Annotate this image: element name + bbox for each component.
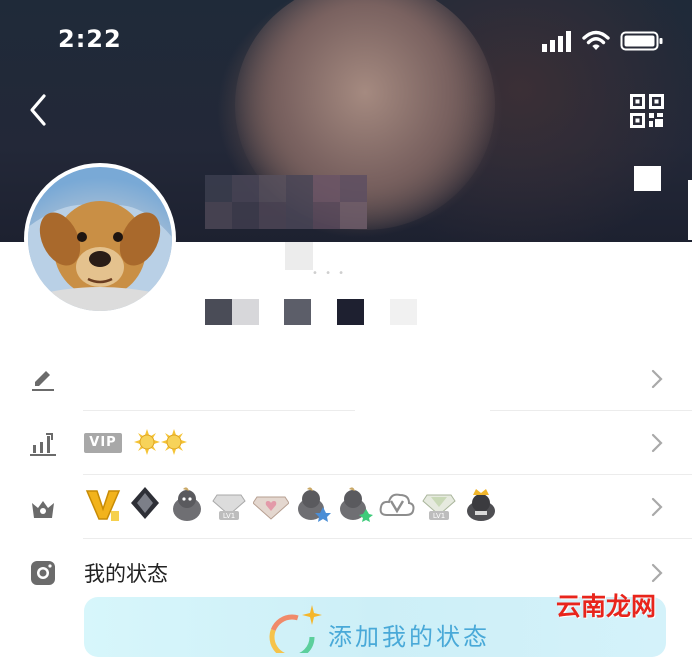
pixelated-badges — [205, 299, 417, 325]
gold-v-badge-icon — [84, 484, 122, 524]
crown-penguin-badge-icon — [462, 484, 500, 524]
chevron-right-icon — [651, 369, 663, 389]
crown-icon — [32, 501, 54, 518]
back-chevron-icon[interactable] — [26, 92, 50, 128]
status-bar-icons — [542, 30, 664, 52]
dog-avatar-image — [28, 201, 172, 311]
qr-code-icon[interactable] — [630, 94, 664, 128]
penguin-green-star-badge-icon — [336, 484, 374, 524]
chevron-right-icon — [651, 433, 663, 453]
avatar[interactable] — [24, 163, 176, 315]
watermark: 云南龙网 — [556, 592, 657, 621]
dark-diamond-badge-icon — [126, 484, 164, 524]
vip-tag: VIP — [84, 433, 122, 453]
status-bar-time: 2:22 — [58, 25, 122, 53]
sun-level-icon — [134, 429, 160, 455]
penguin-badge-icon — [168, 484, 206, 524]
heart-diamond-badge-icon — [252, 484, 290, 524]
rainbow-ring-icon — [269, 605, 322, 653]
cellular-signal-icon — [542, 31, 571, 52]
add-status-label: 添加我的状态 — [328, 623, 490, 651]
badge-list: LV1 LV1 — [84, 484, 500, 524]
penguin-star-badge-icon — [294, 484, 332, 524]
chevron-right-icon — [651, 563, 663, 583]
pencil-icon — [32, 371, 54, 391]
name-dots: • • • — [312, 268, 347, 279]
green-diamond-lv1-badge-icon: LV1 — [420, 484, 458, 524]
my-status-label: 我的状态 — [84, 562, 168, 586]
edit-profile-row[interactable] — [0, 347, 692, 411]
svg-text:LV1: LV1 — [223, 512, 235, 520]
blurred-name-block — [285, 242, 313, 270]
camera-icon — [31, 561, 55, 585]
wifi-icon — [582, 30, 610, 50]
svg-text:LV1: LV1 — [433, 512, 445, 520]
battery-icon — [620, 31, 663, 51]
settings-square[interactable] — [634, 166, 661, 191]
silver-diamond-lv1-badge-icon: LV1 — [210, 484, 248, 524]
cloud-v-badge-icon — [378, 484, 416, 524]
level-chart-icon — [30, 433, 56, 456]
edge-strip — [688, 180, 692, 240]
pixelated-nickname — [205, 175, 367, 235]
chevron-right-icon — [651, 497, 663, 517]
sun-level-icon — [161, 429, 187, 455]
